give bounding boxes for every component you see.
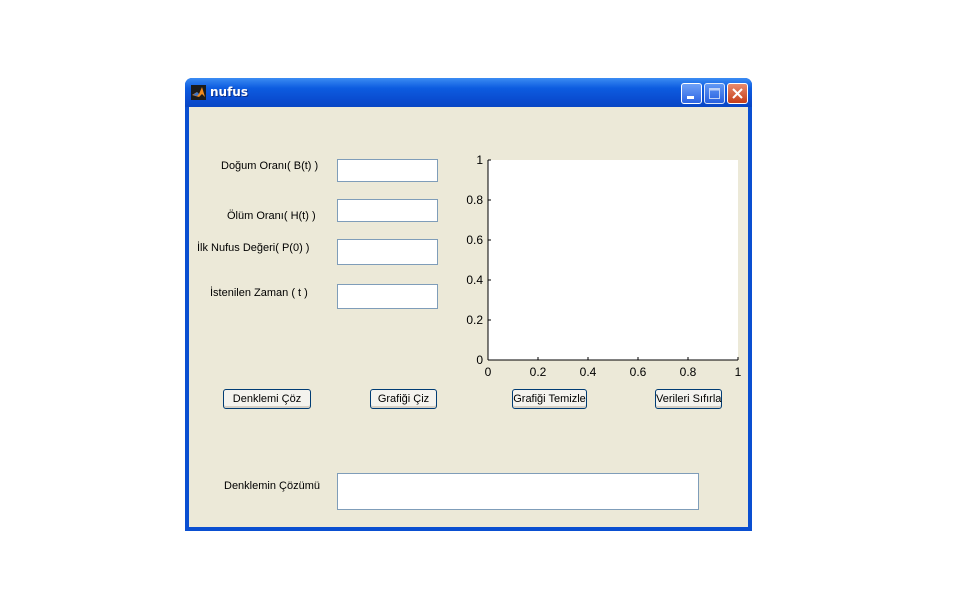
birth-rate-label: Doğum Oranı( B(t) ) — [221, 160, 319, 172]
x-tick-label: 0.8 — [680, 365, 697, 379]
y-tick-label: 1 — [476, 153, 483, 167]
plot-graph-button[interactable]: Grafiği Çiz — [370, 389, 437, 409]
y-tick-label: 0 — [476, 353, 483, 367]
solve-equation-button[interactable]: Denklemi Çöz — [223, 389, 311, 409]
close-button[interactable] — [727, 83, 748, 104]
minimize-icon — [687, 96, 694, 99]
solution-label: Denklemin Çözümü — [224, 480, 320, 492]
plot-area — [488, 160, 738, 360]
y-tick-label: 0.4 — [466, 273, 483, 287]
matlab-icon — [191, 85, 206, 100]
y-tick-label: 0.8 — [466, 193, 483, 207]
initial-population-label: İlk Nufus Değeri( P(0) ) — [197, 242, 310, 254]
reset-data-button[interactable]: Verileri Sıfırla — [655, 389, 722, 409]
x-tick-label: 0 — [485, 365, 492, 379]
x-tick-label: 1 — [735, 365, 742, 379]
birth-rate-input[interactable] — [337, 159, 438, 182]
y-tick-label: 0.2 — [466, 313, 483, 327]
time-label: İstenilen Zaman ( t ) — [210, 287, 308, 299]
y-tick-label: 0.6 — [466, 233, 483, 247]
solution-output[interactable] — [337, 473, 699, 510]
plot-axes[interactable]: 0 0.2 0.4 0.6 0.8 1 0 0.2 0.4 0.6 0.8 1 — [455, 147, 755, 387]
title-bar[interactable]: nufus — [185, 78, 752, 107]
minimize-button[interactable] — [681, 83, 702, 104]
initial-population-input[interactable] — [337, 239, 438, 265]
x-tick-label: 0.6 — [630, 365, 647, 379]
x-tick-label: 0.4 — [580, 365, 597, 379]
clear-graph-button[interactable]: Grafiği Temizle — [512, 389, 587, 409]
maximize-icon — [709, 88, 720, 99]
app-window: nufus Doğum Oranı( B(t) ) Ölüm Oranı( H(… — [185, 78, 752, 531]
x-tick-label: 0.2 — [530, 365, 547, 379]
window-title: nufus — [210, 85, 248, 99]
close-icon — [732, 88, 743, 99]
time-input[interactable] — [337, 284, 438, 309]
maximize-button[interactable] — [704, 83, 725, 104]
client-area: Doğum Oranı( B(t) ) Ölüm Oranı( H(t) ) İ… — [189, 107, 748, 527]
death-rate-label: Ölüm Oranı( H(t) ) — [227, 210, 316, 222]
death-rate-input[interactable] — [337, 199, 438, 222]
